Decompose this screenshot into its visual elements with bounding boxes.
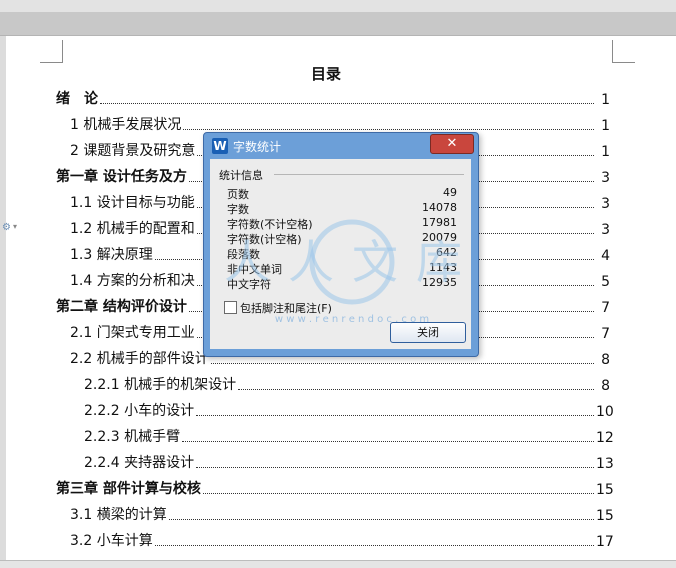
toc-entry-page: 1 bbox=[601, 92, 610, 108]
toc-entry-text: 2.2.2 小车的设计 bbox=[84, 403, 195, 419]
stat-label: 页数 bbox=[227, 188, 249, 201]
toc-entry-page: 15 bbox=[596, 482, 614, 498]
toc-entry[interactable]: 1 机械手发展状况 1 bbox=[70, 114, 610, 134]
stat-label: 字数 bbox=[227, 203, 249, 216]
toc-entry[interactable]: 2.2.1 机械手的机架设计 8 bbox=[84, 374, 610, 394]
dialog-titlebar[interactable]: W 字数统计 ✕ bbox=[204, 133, 478, 159]
word-count-dialog[interactable]: W 字数统计 ✕ 统计信息 页数 49 字数 14078 字符数(不计空格) 1… bbox=[203, 132, 479, 357]
stat-label: 字符数(计空格) bbox=[227, 233, 302, 246]
toc-entry-page: 15 bbox=[596, 508, 614, 524]
toc-entry-page: 10 bbox=[596, 404, 614, 420]
toc-entry[interactable]: 2.2.3 机械手臂 12 bbox=[84, 426, 614, 446]
toc-entry-page: 3 bbox=[601, 196, 610, 212]
toc-entry-text: 3.1 横梁的计算 bbox=[70, 507, 167, 523]
toc-entry-text: 3.2 小车计算 bbox=[70, 533, 153, 549]
toc-title: 目录 bbox=[311, 65, 342, 83]
footnotes-checkbox[interactable] bbox=[224, 301, 237, 314]
toc-entry-page: 3 bbox=[601, 170, 610, 186]
stat-label: 字符数(不计空格) bbox=[227, 218, 313, 231]
dialog-title: 字数统计 bbox=[233, 140, 282, 154]
toc-entry[interactable]: 第三章 部件计算与校核 15 bbox=[56, 478, 614, 498]
stat-row: 页数 49 bbox=[227, 186, 457, 201]
toc-entry-text: 第二章 结构评价设计 bbox=[56, 299, 187, 315]
stat-value: 20079 bbox=[422, 231, 457, 244]
stat-label: 中文字符 bbox=[227, 278, 271, 291]
close-button[interactable]: 关闭 bbox=[390, 322, 466, 343]
stat-value: 14078 bbox=[422, 201, 457, 214]
toc-entry-text: 第三章 部件计算与校核 bbox=[56, 481, 201, 497]
stat-row: 字符数(计空格) 20079 bbox=[227, 231, 457, 246]
toc-entry-page: 5 bbox=[601, 274, 610, 290]
stat-value: 17981 bbox=[422, 216, 457, 229]
stat-row: 中文字符 12935 bbox=[227, 276, 457, 291]
toc-entry-text: 第一章 设计任务及方 bbox=[56, 169, 187, 185]
horizontal-ruler[interactable] bbox=[0, 12, 676, 36]
toc-entry-page: 7 bbox=[601, 326, 610, 342]
toc-entry-text: 2.2 机械手的部件设计 bbox=[70, 351, 209, 367]
toc-leader bbox=[168, 519, 594, 520]
toc-entry-text: 1.4 方案的分析和决 bbox=[70, 273, 195, 289]
toc-entry-text: 2 课题背景及研究意 bbox=[70, 143, 196, 159]
toc-leader bbox=[210, 363, 594, 364]
stat-value: 49 bbox=[443, 186, 457, 199]
toc-entry-page: 17 bbox=[596, 534, 614, 550]
toc-entry-page: 8 bbox=[601, 378, 610, 394]
toc-entry-text: 2.2.4 夹持器设计 bbox=[84, 455, 195, 471]
toc-leader bbox=[183, 129, 594, 130]
toc-entry-page: 8 bbox=[601, 352, 610, 368]
chevron-down-icon[interactable]: ▾ bbox=[13, 222, 17, 231]
toc-leader bbox=[154, 545, 594, 546]
toc-entry[interactable]: 2.2.2 小车的设计 10 bbox=[84, 400, 614, 420]
wps-writer-icon: W bbox=[212, 138, 228, 154]
toc-entry[interactable]: 绪 论 1 bbox=[56, 88, 610, 108]
toc-entry[interactable]: 2.2.4 夹持器设计 13 bbox=[84, 452, 614, 472]
stat-value: 12935 bbox=[422, 276, 457, 289]
toc-leader bbox=[196, 415, 594, 416]
toc-entry[interactable]: 3.2 小车计算 17 bbox=[70, 530, 614, 550]
toc-leader bbox=[100, 103, 594, 104]
toc-entry-page: 4 bbox=[601, 248, 610, 264]
stat-label: 段落数 bbox=[227, 248, 260, 261]
toc-leader bbox=[196, 467, 594, 468]
footnotes-checkbox-label[interactable]: 包括脚注和尾注(F) bbox=[240, 300, 332, 316]
toc-entry-text: 绪 论 bbox=[56, 91, 98, 107]
stat-row: 字符数(不计空格) 17981 bbox=[227, 216, 457, 231]
toc-entry-text: 2.2.1 机械手的机架设计 bbox=[84, 377, 237, 393]
toc-entry[interactable]: 3.1 横梁的计算 15 bbox=[70, 504, 614, 524]
toc-entry-text: 2.2.3 机械手臂 bbox=[84, 429, 181, 445]
toc-entry-page: 7 bbox=[601, 300, 610, 316]
toc-entry-page: 13 bbox=[596, 456, 614, 472]
group-label: 统计信息 bbox=[219, 167, 266, 183]
toc-entry-text: 1.1 设计目标与功能 bbox=[70, 195, 195, 211]
stat-row: 非中文单词 1143 bbox=[227, 261, 457, 276]
toc-entry-page: 1 bbox=[601, 144, 610, 160]
toc-entry-page: 12 bbox=[596, 430, 614, 446]
toc-entry-page: 1 bbox=[601, 118, 610, 134]
stat-value: 642 bbox=[436, 246, 457, 259]
toc-entry-page: 3 bbox=[601, 222, 610, 238]
group-divider bbox=[274, 174, 464, 175]
toc-leader bbox=[238, 389, 594, 390]
toc-entry-text: 2.1 门架式专用工业 bbox=[70, 325, 195, 341]
stat-value: 1143 bbox=[429, 261, 457, 274]
stat-row: 段落数 642 bbox=[227, 246, 457, 261]
stat-row: 字数 14078 bbox=[227, 201, 457, 216]
margin-corner-top-right bbox=[612, 40, 635, 63]
toc-leader bbox=[182, 441, 594, 442]
margin-corner-top-left bbox=[40, 40, 63, 63]
toc-entry-text: 1.2 机械手的配置和 bbox=[70, 221, 195, 237]
dialog-body: 统计信息 页数 49 字数 14078 字符数(不计空格) 17981 字符数(… bbox=[210, 159, 471, 349]
close-icon[interactable]: ✕ bbox=[430, 134, 474, 154]
toc-leader bbox=[202, 493, 594, 494]
toc-entry-text: 1 机械手发展状况 bbox=[70, 117, 182, 133]
stat-label: 非中文单词 bbox=[227, 263, 282, 276]
toc-entry-text: 1.3 解决原理 bbox=[70, 247, 153, 263]
